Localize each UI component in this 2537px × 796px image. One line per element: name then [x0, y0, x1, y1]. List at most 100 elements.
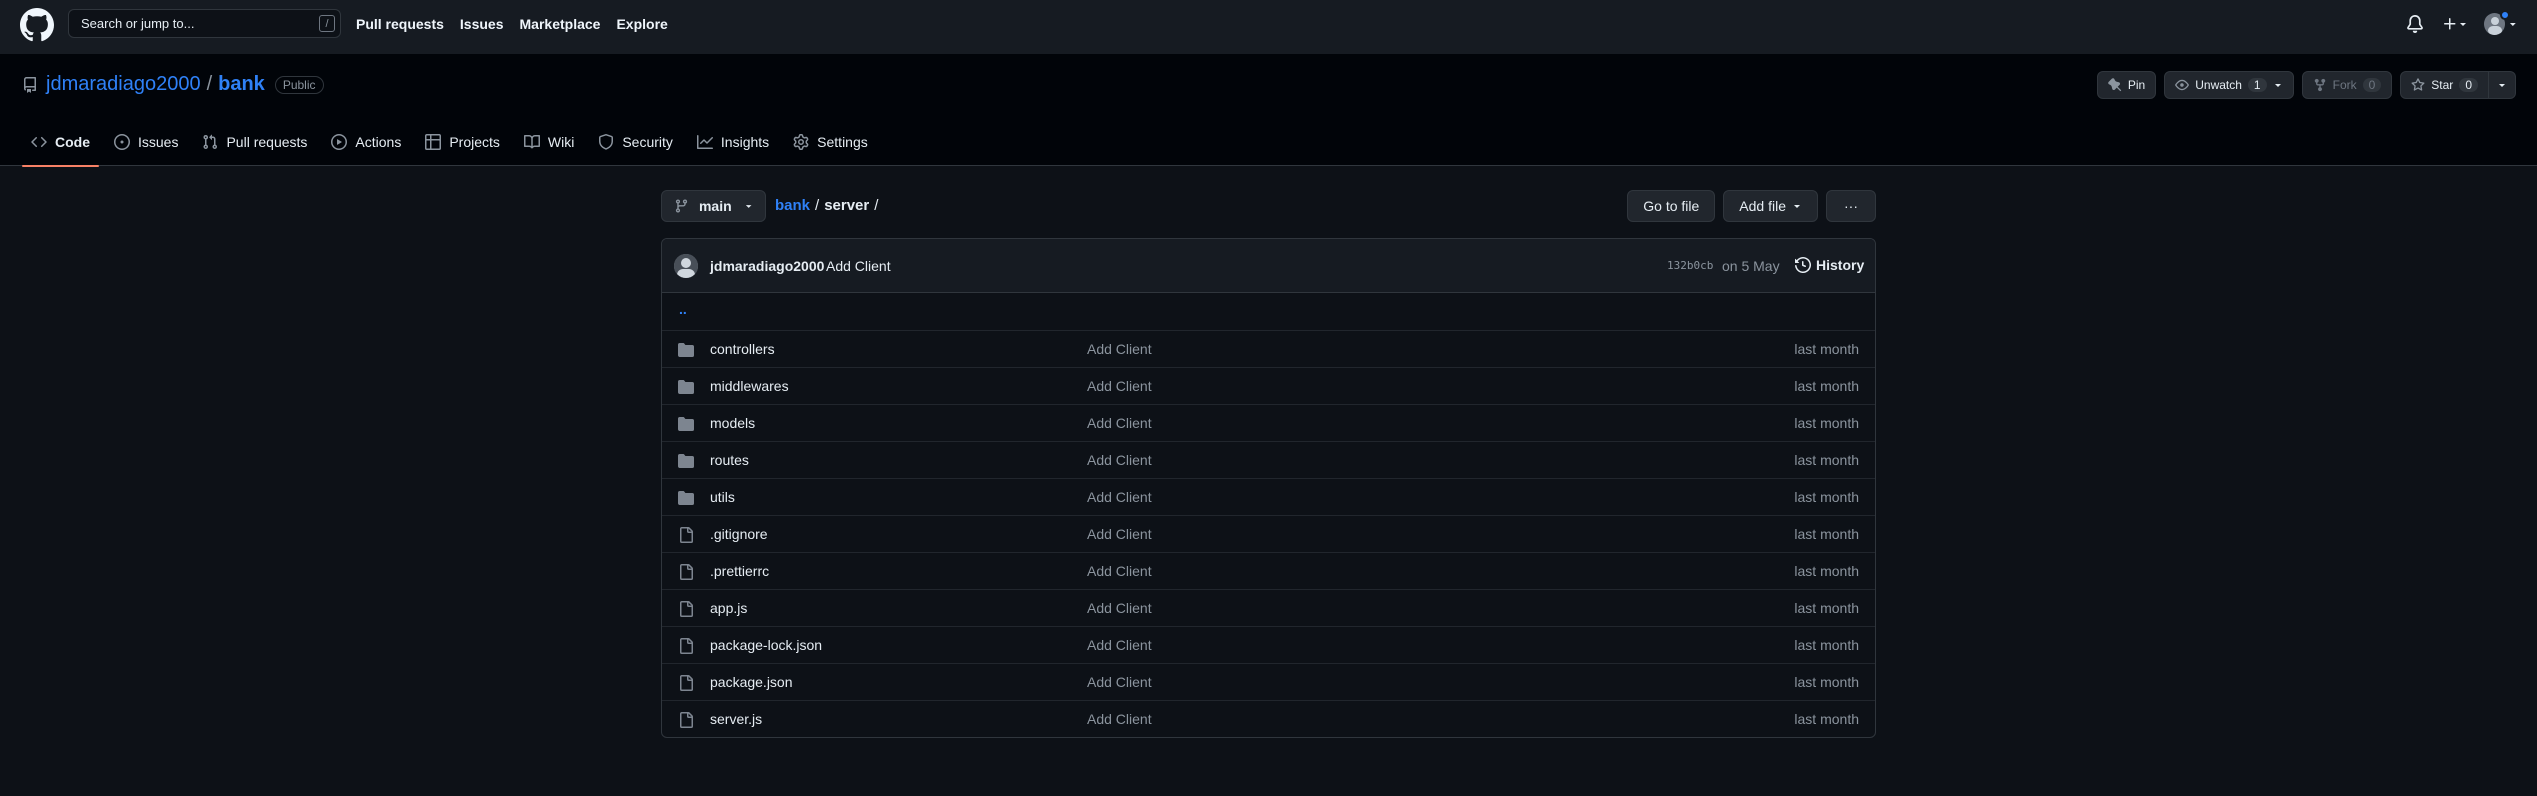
- add-file-button[interactable]: Add file: [1723, 190, 1818, 222]
- caret-down-icon: [745, 205, 752, 208]
- file-name-link[interactable]: .gitignore: [710, 526, 768, 542]
- nav-explore[interactable]: Explore: [616, 16, 667, 32]
- table-row[interactable]: controllers Add Client last month: [662, 330, 1875, 367]
- file-commit-message-link[interactable]: Add Client: [1087, 452, 1152, 468]
- table-row[interactable]: .prettierrc Add Client last month: [662, 552, 1875, 589]
- commit-message-link[interactable]: Add Client: [826, 258, 891, 274]
- notification-dot: [2500, 10, 2510, 20]
- search-shortcut-key: /: [319, 15, 335, 32]
- file-commit-age: last month: [1794, 600, 1859, 616]
- file-name-link[interactable]: package.json: [710, 674, 793, 690]
- breadcrumb-current-dir: server: [824, 197, 870, 214]
- tab-issues[interactable]: Issues: [105, 118, 187, 166]
- fork-button[interactable]: Fork 0: [2301, 71, 2393, 99]
- file-name-link[interactable]: server.js: [710, 711, 762, 727]
- breadcrumb-separator: /: [815, 197, 820, 214]
- file-commit-message-link[interactable]: Add Client: [1087, 415, 1152, 431]
- table-row[interactable]: package.json Add Client last month: [662, 663, 1875, 700]
- table-row[interactable]: utils Add Client last month: [662, 478, 1875, 515]
- history-label: History: [1816, 257, 1865, 273]
- commit-author-link[interactable]: jdmaradiago2000: [710, 258, 824, 274]
- file-commit-message-link[interactable]: Add Client: [1087, 563, 1152, 579]
- github-logo-icon[interactable]: [20, 8, 54, 42]
- tab-security[interactable]: Security: [589, 118, 682, 166]
- global-header: Search or jump to... / Pull requests Iss…: [0, 0, 2537, 54]
- table-row[interactable]: middlewares Add Client last month: [662, 367, 1875, 404]
- file-list: jdmaradiago2000 Add Client 132b0cb on 5 …: [661, 238, 1876, 738]
- tab-pull-requests[interactable]: Pull requests: [193, 118, 316, 166]
- file-commit-age: last month: [1794, 563, 1859, 579]
- unwatch-button[interactable]: Unwatch 1: [2164, 71, 2294, 99]
- tab-settings[interactable]: Settings: [784, 118, 877, 166]
- repo-name-link[interactable]: bank: [218, 73, 265, 96]
- file-name-link[interactable]: utils: [710, 489, 735, 505]
- tab-label: Code: [55, 134, 90, 150]
- tab-wiki[interactable]: Wiki: [515, 118, 583, 166]
- repo-title: jdmaradiago2000 / bank Public: [22, 73, 324, 96]
- nav-marketplace[interactable]: Marketplace: [520, 16, 601, 32]
- file-commit-message-link[interactable]: Add Client: [1087, 489, 1152, 505]
- file-commit-age: last month: [1794, 489, 1859, 505]
- file-commit-message-link[interactable]: Add Client: [1087, 341, 1152, 357]
- search-placeholder: Search or jump to...: [81, 16, 195, 31]
- tab-label: Pull requests: [226, 134, 308, 150]
- file-commit-message-link[interactable]: Add Client: [1087, 674, 1152, 690]
- graph-icon: [696, 135, 713, 149]
- fork-label: Fork: [2332, 78, 2357, 92]
- table-row[interactable]: .gitignore Add Client last month: [662, 515, 1875, 552]
- breadcrumb-repo-link[interactable]: bank: [775, 197, 810, 214]
- file-commit-message-link[interactable]: Add Client: [1087, 378, 1152, 394]
- file-name-link[interactable]: .prettierrc: [710, 563, 769, 579]
- pin-icon: [2108, 78, 2122, 92]
- table-icon: [425, 134, 442, 150]
- folder-icon: [678, 454, 694, 468]
- file-name-link[interactable]: routes: [710, 452, 749, 468]
- fork-icon: [2314, 78, 2325, 92]
- pin-button[interactable]: Pin: [2096, 71, 2157, 99]
- avatar[interactable]: [674, 254, 698, 278]
- star-list-dropdown[interactable]: [2489, 71, 2516, 99]
- git-branch-icon: [675, 199, 688, 213]
- star-button[interactable]: Star 0: [2400, 71, 2489, 99]
- folder-icon: [678, 380, 694, 394]
- file-commit-message-link[interactable]: Add Client: [1087, 526, 1152, 542]
- repo-icon: [23, 76, 36, 93]
- more-options-button[interactable]: ···: [1826, 190, 1876, 222]
- star-button-group: Star 0: [2400, 71, 2516, 99]
- tab-label: Security: [622, 134, 673, 150]
- table-row[interactable]: models Add Client last month: [662, 404, 1875, 441]
- file-icon: [680, 712, 693, 728]
- file-commit-message-link[interactable]: Add Client: [1087, 600, 1152, 616]
- repo-owner-link[interactable]: jdmaradiago2000: [46, 73, 201, 96]
- create-new-menu[interactable]: [2442, 15, 2472, 33]
- bell-icon[interactable]: [2406, 15, 2424, 33]
- table-row[interactable]: package-lock.json Add Client last month: [662, 626, 1875, 663]
- file-icon: [680, 527, 693, 543]
- file-commit-age: last month: [1794, 674, 1859, 690]
- table-row[interactable]: app.js Add Client last month: [662, 589, 1875, 626]
- file-commit-message-link[interactable]: Add Client: [1087, 711, 1152, 727]
- search-input[interactable]: Search or jump to... /: [68, 9, 341, 38]
- parent-directory-link[interactable]: ..: [679, 301, 687, 317]
- file-name-link[interactable]: app.js: [710, 600, 747, 616]
- visibility-badge: Public: [274, 75, 324, 94]
- parent-directory-row[interactable]: ..: [662, 293, 1875, 330]
- tab-actions[interactable]: Actions: [322, 118, 410, 166]
- table-row[interactable]: server.js Add Client last month: [662, 700, 1875, 737]
- nav-issues[interactable]: Issues: [460, 16, 504, 32]
- nav-pull-requests[interactable]: Pull requests: [356, 16, 444, 32]
- commit-sha-link[interactable]: 132b0cb: [1667, 259, 1713, 272]
- tab-insights[interactable]: Insights: [688, 118, 778, 166]
- file-name-link[interactable]: middlewares: [710, 378, 789, 394]
- file-name-link[interactable]: models: [710, 415, 755, 431]
- tab-label: Projects: [449, 134, 500, 150]
- tab-code[interactable]: Code: [22, 118, 99, 167]
- file-name-link[interactable]: package-lock.json: [710, 637, 822, 653]
- tab-projects[interactable]: Projects: [416, 118, 509, 166]
- file-commit-message-link[interactable]: Add Client: [1087, 637, 1152, 653]
- go-to-file-button[interactable]: Go to file: [1627, 190, 1716, 222]
- history-button[interactable]: History: [1795, 257, 1864, 273]
- file-name-link[interactable]: controllers: [710, 341, 775, 357]
- branch-select-button[interactable]: main: [661, 190, 766, 222]
- table-row[interactable]: routes Add Client last month: [662, 441, 1875, 478]
